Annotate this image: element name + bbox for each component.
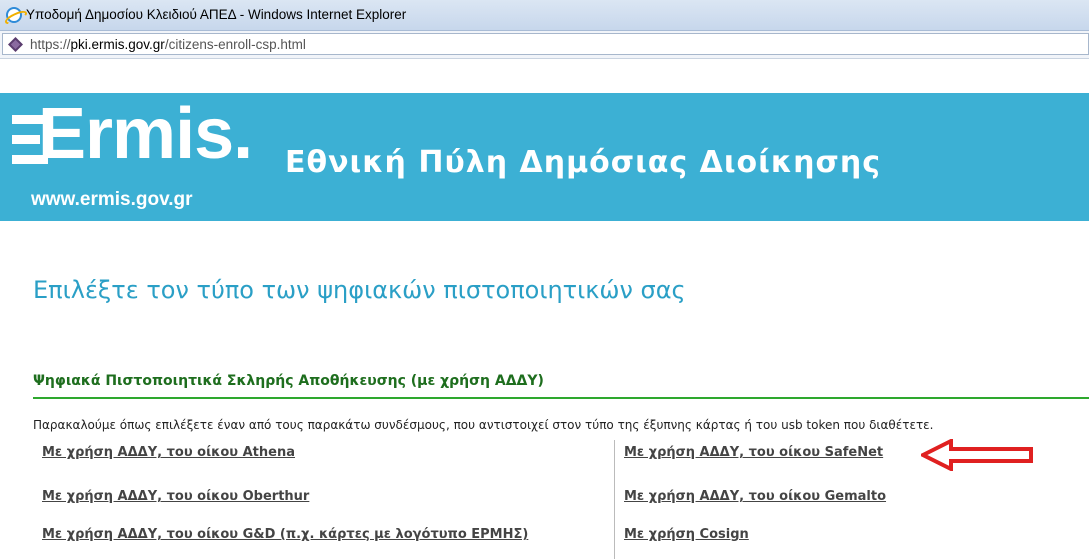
link-gemalto[interactable]: Με χρήση ΑΔΔΥ, του οίκου Gemalto xyxy=(624,489,886,504)
address-bar: https://pki.ermis.gov.gr/citizens-enroll… xyxy=(0,31,1089,59)
ermis-logo[interactable]: Ermis. xyxy=(38,93,253,175)
page-title: Επιλέξτε τον τύπο των ψηφιακών πιστοποιη… xyxy=(33,276,686,304)
section-divider xyxy=(33,397,1089,399)
site-favicon-icon xyxy=(8,37,23,52)
link-oberthur[interactable]: Με χρήση ΑΔΔΥ, του οίκου Oberthur xyxy=(42,489,309,504)
link-gd[interactable]: Με χρήση ΑΔΔΥ, του οίκου G&D (π.χ. κάρτε… xyxy=(42,527,528,542)
red-arrow-icon xyxy=(921,439,1033,471)
internet-explorer-icon xyxy=(6,7,22,23)
logo-url: www.ermis.gov.gr xyxy=(31,189,193,210)
portal-title: Εθνική Πύλη Δημόσιας Διοίκησης xyxy=(285,145,882,180)
address-input[interactable]: https://pki.ermis.gov.gr/citizens-enroll… xyxy=(2,33,1089,55)
column-divider xyxy=(614,440,615,559)
section-heading: Ψηφιακά Πιστοποιητικά Σκληρής Αποθήκευση… xyxy=(33,373,544,389)
window-title: Υποδομή Δημοσίου Κλειδιού ΑΠΕΔ - Windows… xyxy=(26,7,407,22)
link-cosign[interactable]: Με χρήση Cosign xyxy=(624,527,749,542)
link-athena[interactable]: Με χρήση ΑΔΔΥ, του οίκου Athena xyxy=(42,445,295,460)
instructions-text: Παρακαλούμε όπως επιλέξετε έναν από τους… xyxy=(33,418,934,432)
url-path: /citizens-enroll-csp.html xyxy=(164,37,306,52)
window-titlebar: Υποδομή Δημοσίου Κλειδιού ΑΠΕΔ - Windows… xyxy=(0,0,1089,31)
site-banner: Ermis. www.ermis.gov.gr Εθνική Πύλη Δημό… xyxy=(0,93,1089,221)
url-domain: pki.ermis.gov.gr xyxy=(70,37,165,52)
link-safenet[interactable]: Με χρήση ΑΔΔΥ, του οίκου SafeNet xyxy=(624,445,883,460)
url-scheme: https:// xyxy=(30,37,71,52)
address-url: https://pki.ermis.gov.gr/citizens-enroll… xyxy=(30,37,306,52)
